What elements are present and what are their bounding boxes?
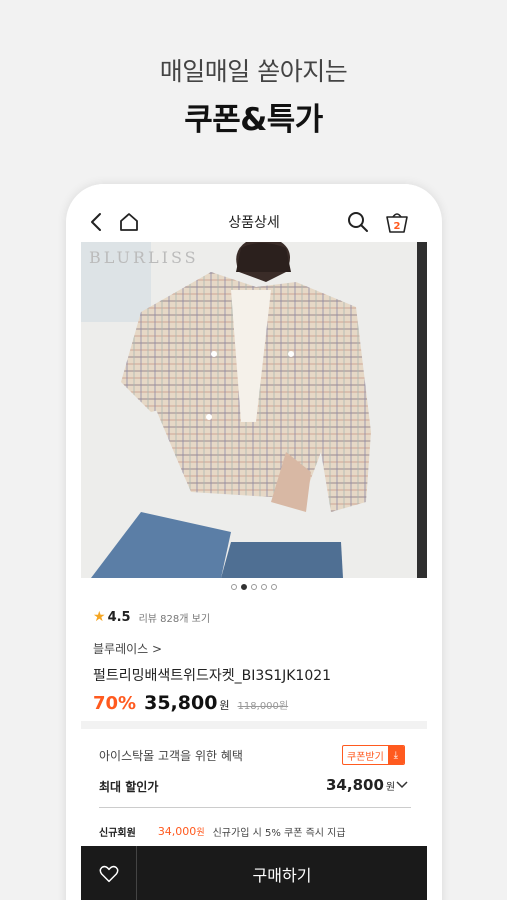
sale-price: 35,800 bbox=[144, 692, 218, 714]
jacket-photo bbox=[81, 242, 427, 578]
cart-icon[interactable]: 2 bbox=[383, 208, 411, 236]
price-unit: 원 bbox=[219, 699, 230, 712]
new-member-row: 신규회원 34,000원 신규가입 시 5% 쿠폰 즉시 지급 bbox=[99, 824, 346, 839]
wishlist-button[interactable] bbox=[81, 846, 137, 900]
new-member-price: 34,000원 bbox=[158, 825, 205, 838]
max-discount-price: 34,800 원 bbox=[326, 776, 395, 794]
carousel-dot[interactable] bbox=[231, 584, 237, 590]
new-member-value: 34,000 bbox=[157, 825, 197, 838]
promo-subtitle: 매일매일 쏟아지는 bbox=[159, 57, 348, 86]
carousel-dot[interactable] bbox=[261, 584, 267, 590]
coupon-button-label: 쿠폰받기 bbox=[347, 751, 384, 763]
cart-count: 2 bbox=[394, 221, 401, 232]
reviews-link[interactable]: 리뷰 828개 보기 bbox=[139, 610, 210, 625]
bottom-action-bar: 구매하기 bbox=[81, 846, 427, 900]
carousel-dot[interactable] bbox=[271, 584, 277, 590]
new-member-unit: 원 bbox=[196, 828, 205, 838]
chevron-down-icon[interactable] bbox=[395, 777, 409, 791]
promo-title: 쿠폰&특가 bbox=[184, 102, 323, 138]
brand-watermark: BLURLISS bbox=[89, 248, 199, 267]
max-discount-label: 최대 할인가 bbox=[99, 780, 159, 794]
buy-button[interactable]: 구매하기 bbox=[137, 846, 427, 900]
max-discount-unit: 원 bbox=[385, 782, 396, 793]
discount-rate: 70% bbox=[93, 693, 137, 714]
rating-row: ★ 4.5 리뷰 828개 보기 bbox=[93, 609, 210, 625]
top-bar: 상품상세 2 bbox=[81, 204, 427, 242]
search-icon[interactable] bbox=[344, 208, 372, 236]
price-row: 70% 35,800 원 118,000원 bbox=[93, 692, 288, 714]
carousel-dot[interactable] bbox=[251, 584, 257, 590]
brand-link[interactable]: 블루레이스 > bbox=[93, 640, 162, 657]
phone-frame: 상품상세 2 BLURLISS ★ 4.5 리뷰 828개 보기 블루레이스 >… bbox=[66, 184, 442, 900]
new-member-label: 신규회원 bbox=[99, 828, 136, 839]
original-price: 118,000원 bbox=[237, 701, 289, 712]
product-name: 펄트리밍배색트위드자켓_BI3S1JK1021 bbox=[93, 668, 332, 684]
carousel-dot-active[interactable] bbox=[241, 584, 247, 590]
heart-icon bbox=[99, 865, 118, 883]
app-screen: 상품상세 2 BLURLISS ★ 4.5 리뷰 828개 보기 블루레이스 >… bbox=[81, 184, 427, 900]
rating-score: 4.5 bbox=[107, 609, 131, 625]
download-icon: ⤓ bbox=[387, 746, 404, 764]
carousel-dots bbox=[81, 584, 427, 590]
max-discount-value: 34,800 bbox=[326, 776, 384, 794]
coupon-button[interactable]: 쿠폰받기 ⤓ bbox=[342, 745, 405, 765]
benefit-title: 아이스탁몰 고객을 위한 혜택 bbox=[99, 749, 243, 763]
page-title: 상품상세 bbox=[228, 215, 280, 231]
star-icon: ★ bbox=[93, 609, 106, 625]
product-image[interactable]: BLURLISS bbox=[81, 242, 427, 578]
benefit-divider bbox=[99, 807, 411, 808]
section-divider bbox=[81, 721, 427, 729]
new-member-desc: 신규가입 시 5% 쿠폰 즉시 지급 bbox=[212, 828, 346, 839]
